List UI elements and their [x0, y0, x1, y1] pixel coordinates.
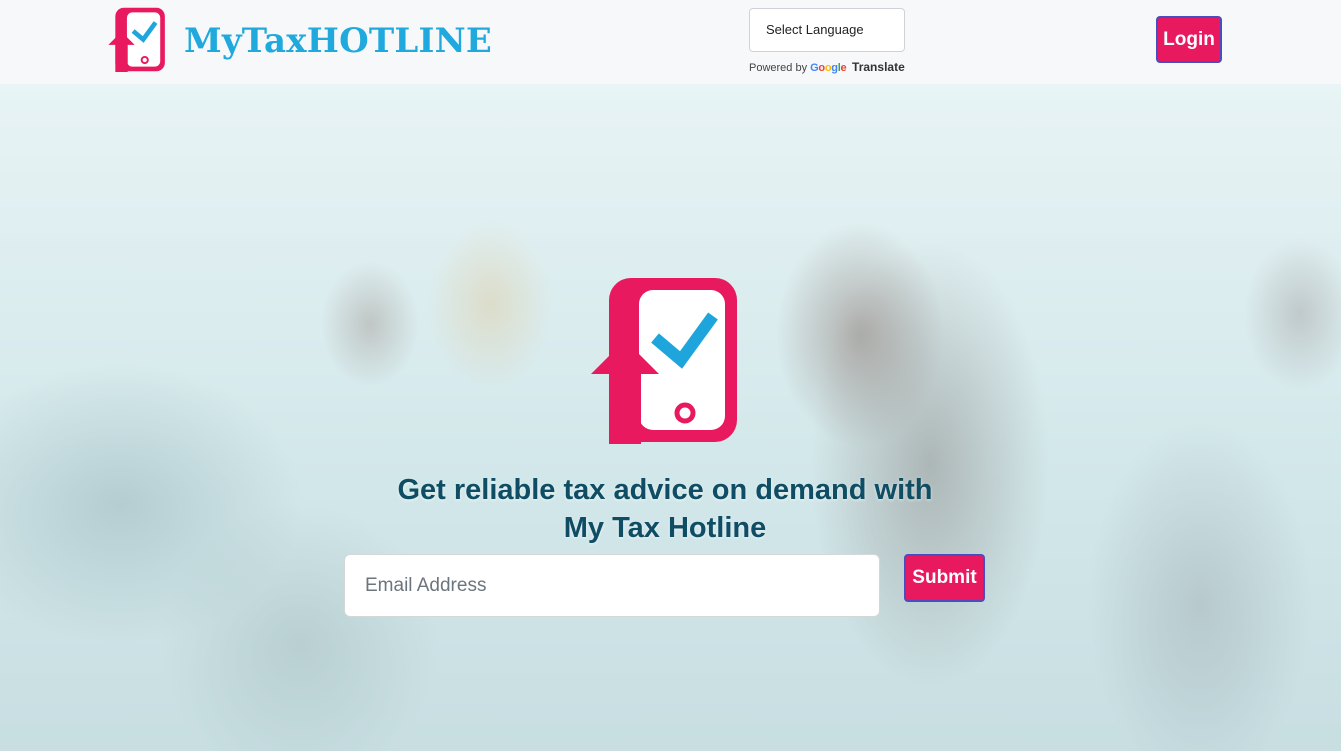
login-button[interactable]: Login	[1156, 16, 1222, 63]
phone-check-upload-icon	[591, 278, 737, 444]
google-logo: Google	[810, 62, 847, 74]
language-select[interactable]: Select Language	[749, 8, 905, 52]
hero-headline-line1: Get reliable tax advice on demand with	[397, 474, 933, 506]
hero-headline-line2: My Tax Hotline	[563, 512, 767, 544]
site-header: MyTaxHOTLINE Select Language Powered by …	[0, 0, 1341, 84]
phone-check-upload-icon[interactable]	[108, 7, 166, 72]
hero-headline: Get reliable tax advice on demand with M…	[320, 471, 1010, 547]
powered-by-google-translate: Powered by Google Translate	[749, 60, 905, 74]
powered-by-label: Powered by	[749, 62, 808, 74]
translate-link[interactable]: Translate	[852, 60, 905, 74]
submit-button[interactable]: Submit	[904, 554, 985, 602]
email-input[interactable]	[344, 554, 880, 617]
brand-name[interactable]: MyTaxHOTLINE	[184, 24, 492, 58]
hero-section: Get reliable tax advice on demand with M…	[0, 84, 1341, 751]
